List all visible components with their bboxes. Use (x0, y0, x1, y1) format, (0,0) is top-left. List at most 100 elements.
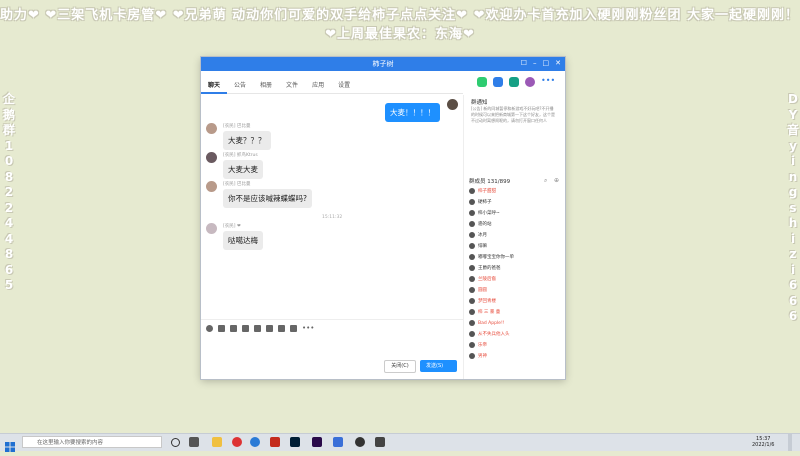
member-item[interactable]: 柿子甜甜 (469, 186, 496, 196)
right-char: h (788, 216, 798, 230)
member-item[interactable]: 从不失兵他入头 (469, 329, 510, 339)
windows-start-icon[interactable] (5, 437, 15, 452)
member-item[interactable]: 男神 (469, 351, 487, 361)
right-char: D (788, 92, 798, 106)
avatar[interactable] (206, 181, 217, 192)
member-item[interactable]: 绯嘛 (469, 241, 487, 251)
avatar (469, 320, 475, 326)
message-bubble: 大麦大麦 (223, 160, 263, 179)
member-item[interactable]: 嘟嘟宝宝你你一单 (469, 252, 514, 262)
red-packet-icon[interactable] (266, 324, 273, 332)
scissors-icon[interactable] (230, 324, 237, 332)
right-char: z (789, 247, 797, 261)
avatar (469, 298, 475, 304)
avatar[interactable] (206, 152, 217, 163)
my-avatar[interactable] (447, 99, 458, 110)
folder-icon[interactable] (242, 324, 249, 332)
member-item[interactable]: 兰陵后裔 (469, 274, 496, 284)
chat-tabs: 聊天 公告 相册 文件 应用 设置 (201, 77, 463, 94)
gif-icon[interactable] (218, 324, 225, 332)
more-tools-icon[interactable]: ••• (302, 324, 314, 332)
timestamp: 15:11:32 (322, 215, 343, 220)
call-toolbar: ••• (477, 77, 555, 87)
member-name: 绯嘛 (478, 244, 487, 249)
banner-line-2: ❤上周最佳果农：东海❤ (325, 27, 475, 42)
tab-notice[interactable]: 公告 (227, 77, 253, 92)
member-name: 骆的站 (478, 222, 492, 227)
task-view-icon[interactable] (189, 437, 199, 447)
left-char: 6 (4, 262, 14, 277)
left-char: 4 (4, 231, 14, 246)
tab-chat[interactable]: 聊天 (201, 77, 228, 94)
member-item[interactable]: 梦回青楼 (469, 296, 496, 306)
clock-date: 2022/1/6 (752, 442, 775, 448)
screen-share-icon[interactable] (509, 77, 519, 87)
left-char: 2 (4, 200, 14, 215)
left-char: 群 (2, 123, 15, 137)
photoshop-icon[interactable] (290, 437, 300, 447)
member-item[interactable]: 乐帝 (469, 340, 487, 350)
member-item[interactable]: 王爵的爸爸 (469, 263, 501, 273)
left-char: 4 (4, 216, 14, 230)
close-icon[interactable]: ✕ (555, 59, 561, 67)
maximize-icon[interactable]: □ (543, 59, 550, 67)
sender-name: [农民] 巴比曼 (223, 182, 251, 187)
member-name: 硬柿子 (478, 200, 492, 205)
avatar[interactable] (206, 223, 217, 234)
cortana-icon[interactable] (171, 438, 180, 447)
emoji-icon[interactable] (206, 324, 213, 332)
bilibili-icon[interactable] (333, 437, 343, 447)
avatar (469, 243, 475, 249)
member-item[interactable]: 圆圆 (469, 285, 487, 295)
tab-apps[interactable]: 应用 (305, 77, 331, 92)
picture-icon[interactable] (278, 324, 285, 332)
system-clock[interactable]: 15:37 2022/1/6 (752, 436, 774, 448)
search-icon[interactable]: ⌕ (544, 177, 547, 185)
member-name: 男神 (478, 354, 487, 359)
image-icon[interactable] (254, 324, 261, 332)
tab-settings[interactable]: 设置 (331, 77, 357, 92)
member-item[interactable]: 柿 三 暴 童 (469, 307, 500, 317)
file-explorer-icon[interactable] (212, 437, 222, 447)
avatar (469, 331, 475, 337)
member-name: 冰月 (478, 233, 487, 238)
pin-icon[interactable]: ☐ (521, 59, 527, 67)
notice-title: 群通知 (471, 100, 488, 106)
send-button[interactable]: 发送(S) (420, 360, 457, 372)
more-icon[interactable]: ••• (541, 77, 555, 87)
minimize-icon[interactable]: – (533, 59, 537, 67)
video-icon[interactable] (493, 77, 503, 87)
avatar[interactable] (206, 123, 217, 134)
message-bubble: 你不是应该喊辣蝶蝶吗? (223, 189, 312, 208)
member-item[interactable]: 冰月 (469, 230, 487, 240)
left-char: 1 (4, 138, 14, 153)
office-icon[interactable] (270, 437, 280, 447)
obs-icon[interactable] (355, 437, 365, 447)
add-member-icon[interactable] (525, 77, 535, 87)
member-item[interactable]: 柿小菜呼~ (469, 208, 500, 218)
tab-files[interactable]: 文件 (279, 77, 305, 92)
member-item[interactable]: Bad Apple!! (469, 318, 505, 328)
member-name: Bad Apple!! (478, 320, 505, 326)
taskbar-search-input[interactable]: 在这里输入你要搜索的内容 (22, 436, 162, 448)
window-titlebar[interactable]: 柿子树 ☐ – □ ✕ (201, 57, 565, 71)
left-char: 2 (4, 185, 14, 199)
phone-icon[interactable] (477, 77, 487, 87)
premiere-icon[interactable] (312, 437, 322, 447)
qq-icon[interactable] (375, 437, 385, 447)
right-char: n (788, 169, 798, 184)
add-icon[interactable]: ⊕ (554, 177, 559, 184)
microphone-icon[interactable] (290, 324, 297, 332)
netease-music-icon[interactable] (232, 437, 242, 447)
close-button[interactable]: 关闭(C) (384, 360, 416, 373)
sender-name: [农民] ❤ (223, 224, 241, 229)
edge-icon[interactable] (250, 437, 260, 447)
qq-group-chat-window: 柿子树 ☐ – □ ✕ 聊天 公告 相册 文件 应用 设置 ••• 大麦！！！！… (201, 57, 565, 379)
left-char: 鹅 (2, 107, 15, 122)
member-item[interactable]: 硬柿子 (469, 197, 492, 207)
show-desktop-button[interactable] (788, 434, 792, 451)
member-name: 王爵的爸爸 (478, 266, 501, 271)
member-item[interactable]: 骆的站 (469, 219, 492, 229)
right-char: s (789, 200, 797, 215)
tab-album[interactable]: 相册 (253, 77, 279, 92)
